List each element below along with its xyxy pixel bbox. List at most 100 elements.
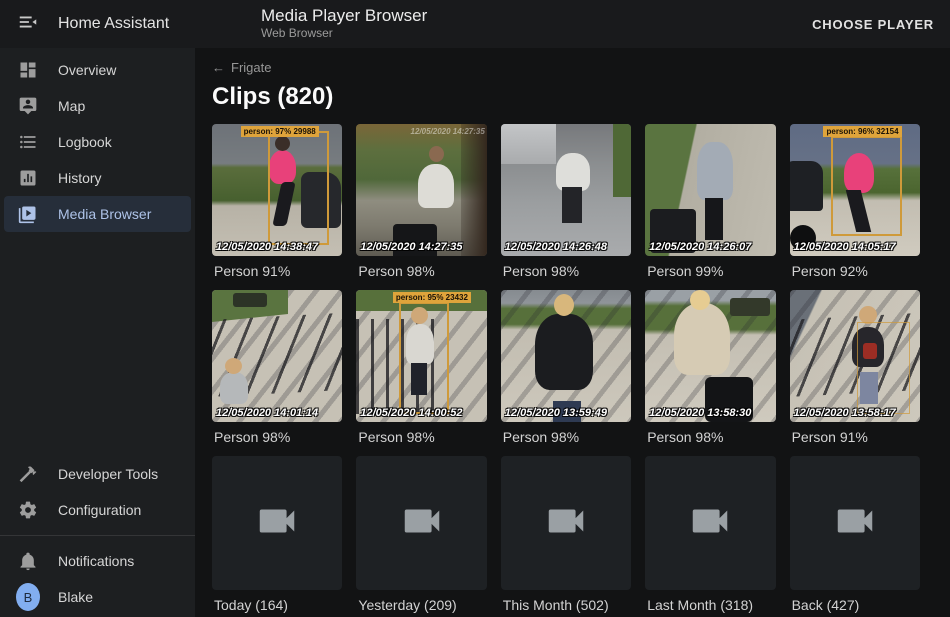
detection-tag: person: 97% 29988 xyxy=(241,126,319,137)
folder-label: Today (164) xyxy=(212,590,342,617)
sidebar-item-history[interactable]: History xyxy=(4,160,191,196)
sidebar-item-profile[interactable]: B Blake xyxy=(4,579,191,615)
sidebar-item-map[interactable]: Map xyxy=(4,88,191,124)
garage-door xyxy=(501,124,556,164)
media-player-subtitle: Web Browser xyxy=(261,26,427,41)
clip-timestamp: 12/05/2020 14:27:35 xyxy=(360,241,462,253)
hammer-icon xyxy=(16,462,40,486)
sidebar-item-label: Map xyxy=(58,98,85,114)
folder-label: Last Month (318) xyxy=(645,590,775,617)
app-title: Home Assistant xyxy=(58,15,169,33)
home-assistant-app: Home Assistant Media Player Browser Web … xyxy=(0,0,950,617)
folder-thumbnail xyxy=(501,456,631,590)
detection-tag: person: 96% 32154 xyxy=(823,126,901,137)
person-head xyxy=(690,290,710,310)
video-camera-icon xyxy=(832,498,878,549)
sidebar-item-notifications[interactable]: Notifications xyxy=(4,543,191,579)
clip-thumbnail: person: 95% 23432 12/05/2020 14:00:52 xyxy=(356,290,486,422)
clip-thumbnail: 12/05/2020 14:27:35 12/05/2020 14:27:35 xyxy=(356,124,486,256)
clip-label: Person 99% xyxy=(645,256,775,290)
clip-timestamp: 12/05/2020 14:01:14 xyxy=(216,407,318,419)
sidebar-item-developer-tools[interactable]: Developer Tools xyxy=(4,456,191,492)
clip-label: Person 98% xyxy=(501,422,631,456)
sidebar-item-label: Logbook xyxy=(58,134,112,150)
clip-item[interactable]: person: 97% 29988 12/05/2020 14:38:47 Pe… xyxy=(212,124,342,290)
sidebar-toggle-button[interactable] xyxy=(8,4,48,44)
clip-thumbnail: 12/05/2020 14:01:14 xyxy=(212,290,342,422)
clip-thumbnail: 12/05/2020 14:26:48 xyxy=(501,124,631,256)
clip-item[interactable]: 12/05/2020 14:26:48 Person 98% xyxy=(501,124,631,290)
porch-railing xyxy=(461,124,487,256)
tooltip-account-icon xyxy=(16,94,40,118)
sidebar-item-configuration[interactable]: Configuration xyxy=(4,492,191,528)
user-name: Blake xyxy=(58,589,93,605)
clip-timestamp: 12/05/2020 14:26:48 xyxy=(505,241,607,253)
sidebar-item-label: Developer Tools xyxy=(58,466,158,482)
person-head xyxy=(429,146,444,162)
folder-item-back[interactable]: Back (427) xyxy=(790,456,920,617)
clip-item[interactable]: person: 96% 32154 12/05/2020 14:05:17 Pe… xyxy=(790,124,920,290)
sidebar-divider xyxy=(0,535,195,536)
sidebar-item-label: History xyxy=(58,170,102,186)
clip-thumbnail: 12/05/2020 13:58:17 xyxy=(790,290,920,422)
person-figure xyxy=(220,372,248,404)
folder-thumbnail xyxy=(645,456,775,590)
clip-label: Person 92% xyxy=(790,256,920,290)
clip-thumbnail: person: 96% 32154 12/05/2020 14:05:17 xyxy=(790,124,920,256)
sidebar-item-overview[interactable]: Overview xyxy=(4,52,191,88)
quad-bike xyxy=(730,298,770,316)
folder-item-today[interactable]: Today (164) xyxy=(212,456,342,617)
sidebar-item-label: Media Browser xyxy=(58,206,151,222)
folder-thumbnail xyxy=(790,456,920,590)
clip-timestamp: 12/05/2020 13:58:30 xyxy=(649,407,751,419)
sidebar-item-logbook[interactable]: Logbook xyxy=(4,124,191,160)
folder-label: This Month (502) xyxy=(501,590,631,617)
choose-player-button[interactable]: CHOOSE PLAYER xyxy=(812,17,934,32)
clip-label: Person 98% xyxy=(356,422,486,456)
folder-label: Back (427) xyxy=(790,590,920,617)
clip-label: Person 91% xyxy=(212,256,342,290)
clip-item[interactable]: person: 95% 23432 12/05/2020 14:00:52 Pe… xyxy=(356,290,486,456)
clip-timestamp: 12/05/2020 14:05:17 xyxy=(794,241,896,253)
page-title: Clips (820) xyxy=(212,83,934,111)
folder-item-last-month[interactable]: Last Month (318) xyxy=(645,456,775,617)
clip-thumbnail: 12/05/2020 13:58:30 xyxy=(645,290,775,422)
sidebar-item-media-browser[interactable]: Media Browser xyxy=(4,196,191,232)
clip-timestamp: 12/05/2020 14:00:52 xyxy=(360,407,462,419)
view-dashboard-icon xyxy=(16,58,40,82)
media-player-title: Media Player Browser xyxy=(261,6,427,26)
folder-item-yesterday[interactable]: Yesterday (209) xyxy=(356,456,486,617)
detection-bounding-box xyxy=(268,131,329,246)
stroller-figure xyxy=(790,161,823,211)
clip-item[interactable]: 12/05/2020 13:59:49 Person 98% xyxy=(501,290,631,456)
clip-item[interactable]: 12/05/2020 14:01:14 Person 98% xyxy=(212,290,342,456)
list-bulleted-icon xyxy=(16,130,40,154)
clip-label: Person 98% xyxy=(212,422,342,456)
avatar: B xyxy=(16,585,40,609)
folder-thumbnail xyxy=(212,456,342,590)
sidebar-bottom: Developer Tools Configuration Notificati… xyxy=(0,456,195,615)
quad-bike xyxy=(233,293,267,307)
clip-label: Person 98% xyxy=(645,422,775,456)
folder-item-this-month[interactable]: This Month (502) xyxy=(501,456,631,617)
clip-timestamp: 12/05/2020 13:59:49 xyxy=(505,407,607,419)
clip-item[interactable]: 12/05/2020 14:26:07 Person 99% xyxy=(645,124,775,290)
person-legs xyxy=(562,187,582,223)
clip-item[interactable]: 12/05/2020 14:27:35 12/05/2020 14:27:35 … xyxy=(356,124,486,290)
clip-thumbnail: person: 97% 29988 12/05/2020 14:38:47 xyxy=(212,124,342,256)
clip-label: Person 98% xyxy=(501,256,631,290)
folder-label: Yesterday (209) xyxy=(356,590,486,617)
breadcrumb-label: Frigate xyxy=(231,60,271,75)
gear-icon xyxy=(16,498,40,522)
clip-timestamp: 12/05/2020 14:26:07 xyxy=(649,241,751,253)
video-camera-icon xyxy=(687,498,733,549)
sidebar-item-label: Overview xyxy=(58,62,116,78)
person-figure xyxy=(697,142,733,200)
clip-item[interactable]: 12/05/2020 13:58:17 Person 91% xyxy=(790,290,920,456)
clip-label: Person 98% xyxy=(356,256,486,290)
person-figure xyxy=(556,153,590,191)
clip-item[interactable]: 12/05/2020 13:58:30 Person 98% xyxy=(645,290,775,456)
avatar-initial: B xyxy=(16,583,40,611)
breadcrumb-back[interactable]: ← Frigate xyxy=(212,60,271,75)
sidebar-item-label: Notifications xyxy=(58,553,134,569)
